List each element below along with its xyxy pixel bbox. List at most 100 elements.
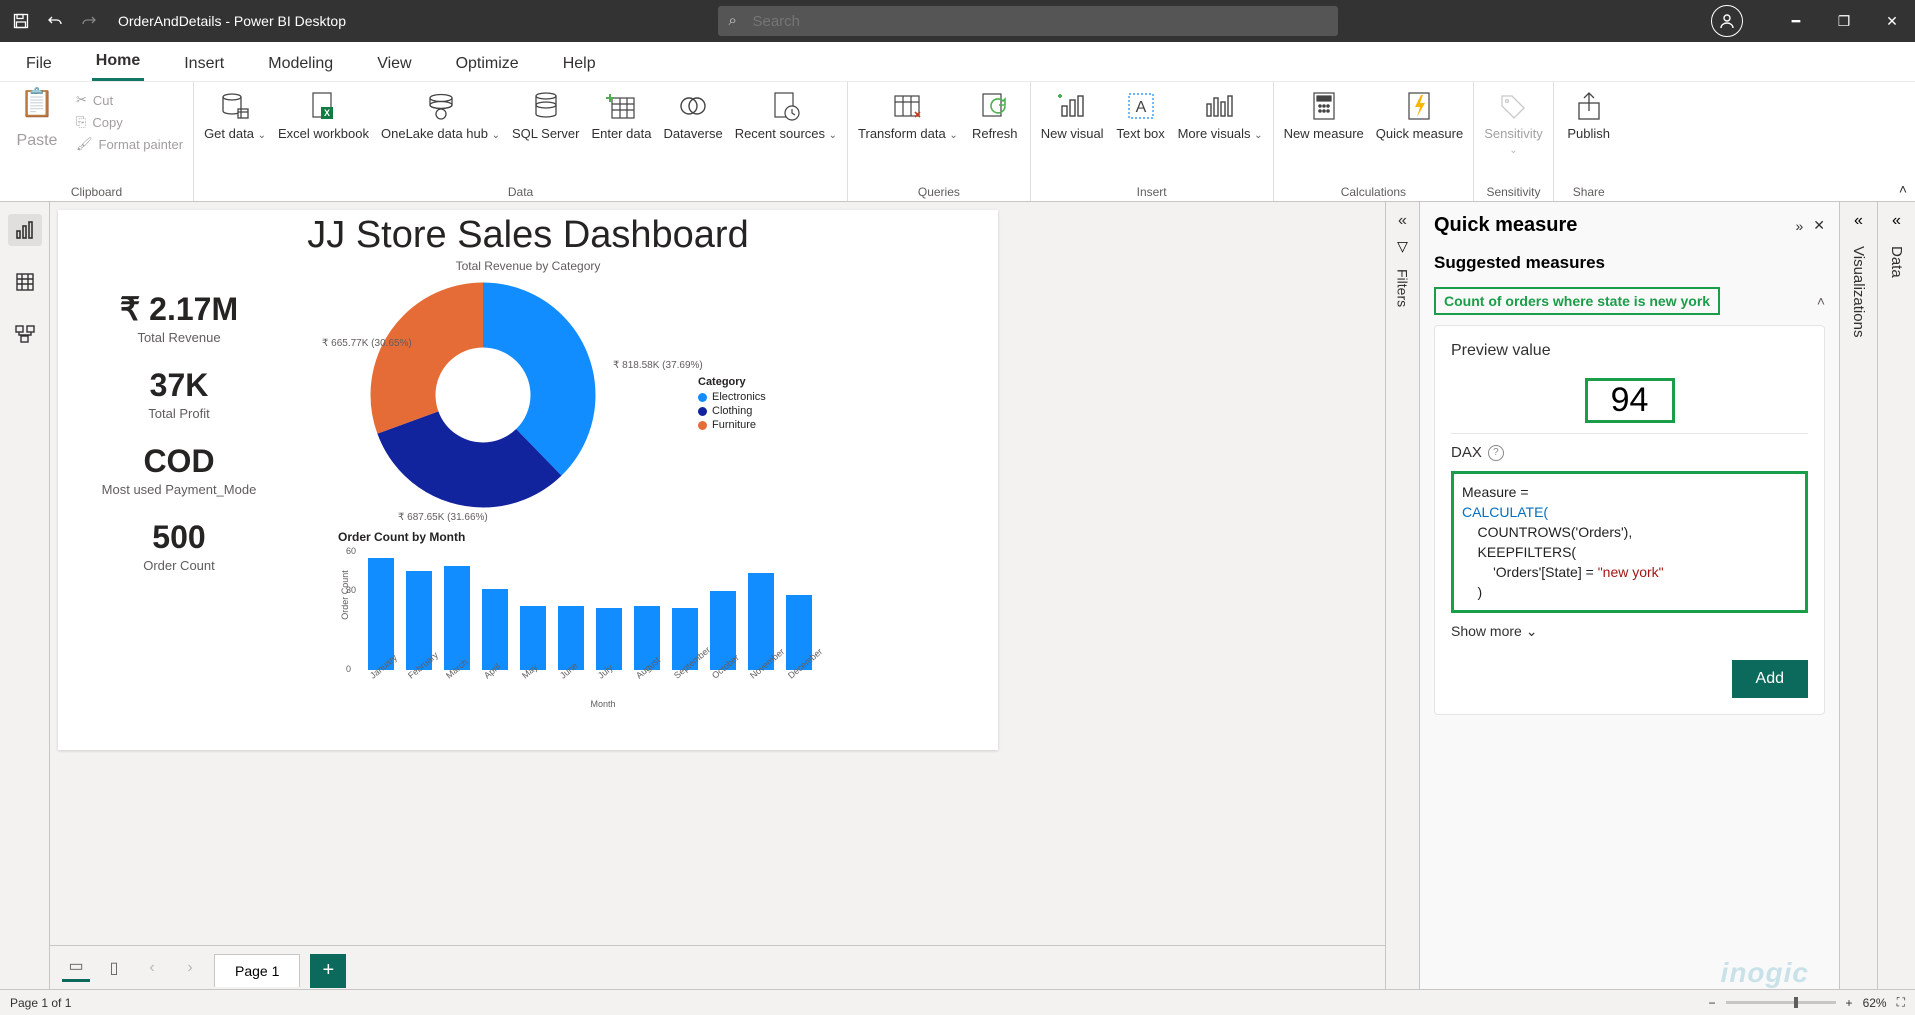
bar[interactable] bbox=[444, 566, 470, 671]
bar-chart-title: Order Count by Month bbox=[338, 530, 868, 544]
more-visuals-button[interactable]: More visuals ⌄ bbox=[1178, 86, 1263, 143]
fit-to-page-icon[interactable]: ⛶ bbox=[1897, 995, 1905, 1010]
redo-icon[interactable] bbox=[76, 8, 102, 34]
enter-data-button[interactable]: Enter data bbox=[591, 86, 651, 141]
save-icon[interactable] bbox=[8, 8, 34, 34]
mobile-layout-icon[interactable]: ▯ bbox=[100, 954, 128, 982]
new-visual-button[interactable]: New visual bbox=[1041, 86, 1104, 141]
zoom-in-button[interactable]: + bbox=[1846, 996, 1853, 1010]
x-axis-labels: JanuaryFebruaryMarchAprilMayJuneJulyAugu… bbox=[338, 673, 868, 683]
legend-swatch bbox=[698, 407, 707, 416]
sensitivity-button[interactable]: Sensitivity⌄ bbox=[1484, 86, 1543, 158]
desktop-layout-icon[interactable]: ▭ bbox=[62, 954, 90, 982]
collapse-ribbon-icon[interactable]: ˄ bbox=[1899, 181, 1907, 197]
onelake-button[interactable]: OneLake data hub ⌄ bbox=[381, 86, 500, 143]
help-icon[interactable]: ? bbox=[1488, 445, 1504, 461]
dax-code[interactable]: Measure =CALCULATE( COUNTROWS('Orders'),… bbox=[1451, 471, 1808, 613]
data-view-icon[interactable] bbox=[8, 266, 42, 298]
suggested-measures-heading: Suggested measures bbox=[1434, 253, 1825, 273]
report-view-icon[interactable] bbox=[8, 214, 42, 246]
chart-icon bbox=[1054, 88, 1090, 124]
undo-icon[interactable] bbox=[42, 8, 68, 34]
get-data-button[interactable]: Get data ⌄ bbox=[204, 86, 266, 143]
refresh-button[interactable]: Refresh bbox=[970, 86, 1020, 141]
publish-button[interactable]: Publish bbox=[1564, 86, 1614, 141]
clipboard-icon: 📋 bbox=[20, 86, 55, 132]
quick-access-toolbar bbox=[0, 8, 110, 34]
donut-chart[interactable] bbox=[358, 270, 608, 520]
svg-text:X: X bbox=[324, 108, 330, 118]
add-button[interactable]: Add bbox=[1732, 660, 1808, 698]
expand-filters-icon[interactable]: « bbox=[1398, 212, 1407, 230]
report-page[interactable]: JJ Store Sales Dashboard Total Revenue b… bbox=[58, 210, 998, 750]
zoom-out-button[interactable]: − bbox=[1709, 996, 1716, 1010]
tab-modeling[interactable]: Modeling bbox=[264, 47, 337, 81]
expand-pane-icon[interactable]: » bbox=[1795, 218, 1803, 234]
maximize-button[interactable]: ❐ bbox=[1821, 0, 1867, 42]
sql-server-button[interactable]: SQL Server bbox=[512, 86, 579, 141]
kpi-column: ₹ 2.17MTotal Revenue 37KTotal Profit COD… bbox=[84, 290, 274, 573]
legend-item[interactable]: Clothing bbox=[698, 405, 766, 417]
transform-icon bbox=[890, 88, 926, 124]
text-box-button[interactable]: AText box bbox=[1116, 86, 1166, 141]
group-label: Data bbox=[508, 183, 533, 199]
tab-insert[interactable]: Insert bbox=[180, 47, 228, 81]
page-indicator: Page 1 of 1 bbox=[10, 996, 71, 1010]
excel-button[interactable]: XExcel workbook bbox=[278, 86, 369, 141]
kpi-card[interactable]: 500Order Count bbox=[84, 519, 274, 573]
filter-icon[interactable]: ▽ bbox=[1397, 238, 1408, 255]
publish-icon bbox=[1571, 88, 1607, 124]
minimize-button[interactable]: ━ bbox=[1773, 0, 1819, 42]
preview-value: 94 bbox=[1585, 378, 1675, 423]
dashboard-title: JJ Store Sales Dashboard bbox=[74, 214, 982, 257]
bar-chart[interactable]: Order Count by Month Order Count 60300 J… bbox=[338, 530, 868, 709]
suggestion-text[interactable]: Count of orders where state is new york bbox=[1434, 287, 1720, 315]
watermark: inogic bbox=[1721, 957, 1809, 989]
model-view-icon[interactable] bbox=[8, 318, 42, 350]
divider bbox=[1451, 433, 1808, 434]
close-button[interactable]: ✕ bbox=[1869, 0, 1915, 42]
prev-page-icon[interactable]: ‹ bbox=[138, 954, 166, 982]
group-label: Clipboard bbox=[71, 183, 122, 199]
recent-sources-button[interactable]: Recent sources ⌄ bbox=[735, 86, 837, 143]
next-page-icon[interactable]: › bbox=[176, 954, 204, 982]
tab-view[interactable]: View bbox=[373, 47, 415, 81]
transform-data-button[interactable]: Transform data ⌄ bbox=[858, 86, 958, 143]
y-axis-label: Order Count bbox=[340, 570, 350, 620]
close-pane-icon[interactable]: ✕ bbox=[1813, 217, 1825, 234]
add-page-button[interactable]: + bbox=[310, 954, 346, 988]
expand-data-icon[interactable]: « bbox=[1892, 212, 1901, 230]
legend-item[interactable]: Furniture bbox=[698, 419, 766, 431]
filters-label: Filters bbox=[1395, 269, 1411, 307]
zoom-slider[interactable] bbox=[1726, 1001, 1836, 1004]
kpi-card[interactable]: 37KTotal Profit bbox=[84, 367, 274, 421]
tab-file[interactable]: File bbox=[22, 47, 56, 81]
bar-plot-area: Order Count 60300 bbox=[338, 550, 868, 670]
sql-icon bbox=[528, 88, 564, 124]
tab-optimize[interactable]: Optimize bbox=[452, 47, 523, 81]
search-box[interactable]: ⌕ bbox=[718, 6, 1338, 36]
group-label: Insert bbox=[1137, 183, 1167, 199]
search-input[interactable] bbox=[718, 6, 1338, 36]
text-icon: A bbox=[1123, 88, 1159, 124]
preview-value-label: Preview value bbox=[1451, 342, 1808, 360]
kpi-card[interactable]: ₹ 2.17MTotal Revenue bbox=[84, 290, 274, 345]
canvas-scroll[interactable]: JJ Store Sales Dashboard Total Revenue b… bbox=[50, 202, 1385, 945]
legend-swatch bbox=[698, 421, 707, 430]
expand-visualizations-icon[interactable]: « bbox=[1854, 212, 1863, 230]
page-tab[interactable]: Page 1 bbox=[214, 954, 300, 987]
new-measure-button[interactable]: New measure bbox=[1284, 86, 1364, 141]
account-icon[interactable] bbox=[1711, 5, 1743, 37]
tab-help[interactable]: Help bbox=[559, 47, 600, 81]
dataverse-button[interactable]: Dataverse bbox=[663, 86, 722, 141]
zoom-level[interactable]: 62% bbox=[1863, 996, 1887, 1010]
collapse-suggestion-icon[interactable]: ˄ bbox=[1817, 293, 1825, 309]
document-title: OrderAndDetails - Power BI Desktop bbox=[118, 13, 346, 29]
kpi-card[interactable]: CODMost used Payment_Mode bbox=[84, 443, 274, 497]
show-more-link[interactable]: Show more ⌄ bbox=[1451, 623, 1808, 640]
tab-home[interactable]: Home bbox=[92, 44, 144, 81]
legend-item[interactable]: Electronics bbox=[698, 391, 766, 403]
donut-legend: Category Electronics Clothing Furniture bbox=[698, 376, 766, 433]
more-visuals-icon bbox=[1202, 88, 1238, 124]
quick-measure-button[interactable]: Quick measure bbox=[1376, 86, 1463, 141]
